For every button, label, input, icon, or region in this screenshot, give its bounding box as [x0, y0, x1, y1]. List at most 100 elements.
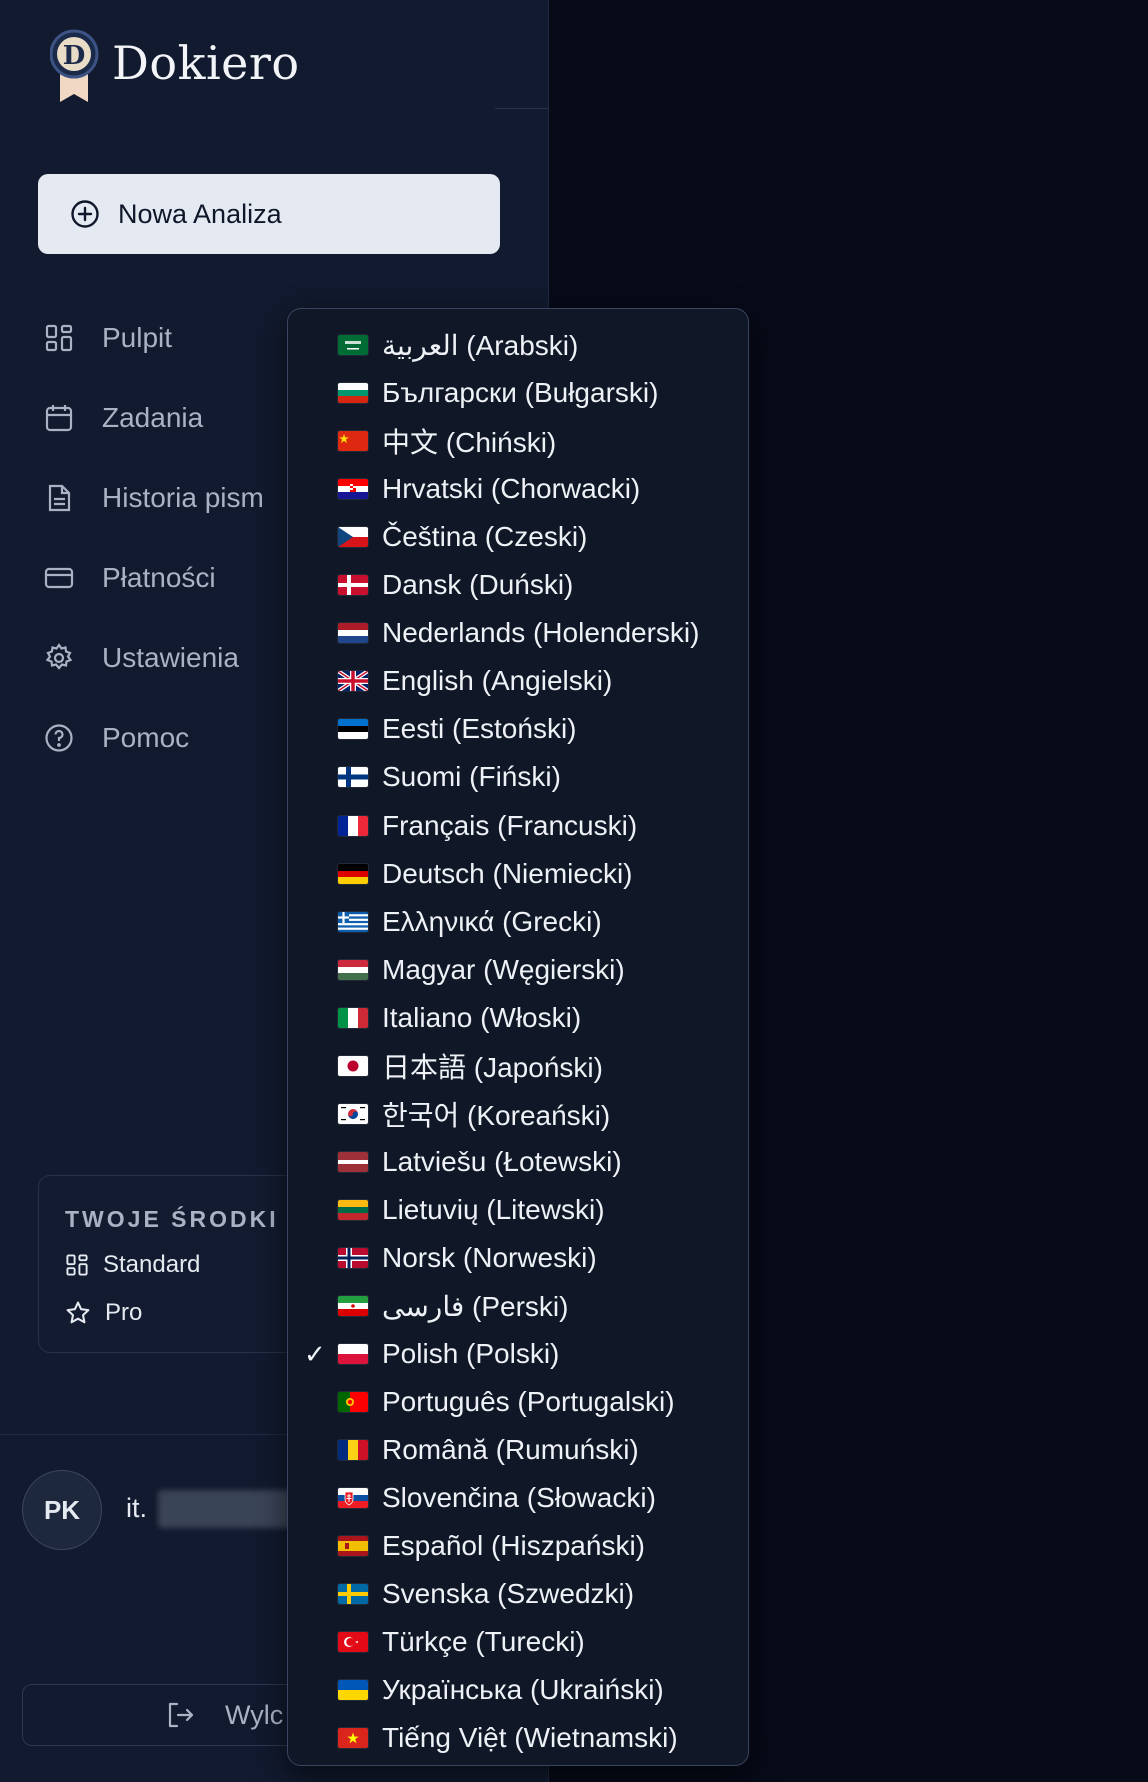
new-analysis-label: Nowa Analiza [118, 198, 282, 229]
language-option-label: Português (Portugalski) [382, 1386, 675, 1418]
flag-ua-icon [338, 1680, 368, 1701]
flag-pt-icon [338, 1392, 368, 1413]
language-option-label: Svenska (Szwedzki) [382, 1578, 635, 1610]
language-dropdown[interactable]: العربية (Arabski) Български (Bułgarski) 中文… [287, 308, 749, 1766]
language-option-cz[interactable]: Čeština (Czeski) [288, 514, 748, 560]
sidebar-item-zadania[interactable]: Zadania [44, 378, 264, 458]
flag-se-icon [338, 1584, 368, 1605]
flag-ee-icon [338, 719, 368, 740]
language-option-label: Eesti (Estoński) [382, 713, 577, 745]
new-analysis-button[interactable]: Nowa Analiza [38, 174, 500, 254]
language-option-fi[interactable]: Suomi (Fiński) [288, 754, 748, 800]
language-option-label: Italiano (Włoski) [382, 1001, 582, 1033]
language-option-gb[interactable]: English (Angielski) [288, 658, 748, 704]
language-option-label: Norsk (Norweski) [382, 1241, 597, 1273]
language-option-label: 日本語 (Japoński) [382, 1051, 603, 1083]
language-option-de[interactable]: Deutsch (Niemiecki) [288, 851, 748, 897]
flag-lt-icon [338, 1199, 368, 1220]
funds-item-pro: Pro [65, 1299, 142, 1327]
avatar[interactable]: PK [22, 1470, 102, 1550]
language-option-pl[interactable]: ✓ Polish (Polski) [288, 1331, 748, 1377]
language-option-label: العربية (Arabski) [382, 329, 579, 361]
sidebar-item-platnosci[interactable]: Płatności [44, 538, 264, 618]
language-option-label: فارسی (Perski) [382, 1290, 569, 1322]
funds-item-label: Standard [103, 1251, 201, 1278]
check-icon: ✓ [304, 1338, 326, 1369]
redacted-email-blur [158, 1490, 308, 1528]
sidebar-item-pulpit[interactable]: Pulpit [44, 298, 264, 378]
flag-sk-icon [338, 1488, 368, 1509]
language-option-label: Dansk (Duński) [382, 569, 574, 601]
language-option-se[interactable]: Svenska (Szwedzki) [288, 1571, 748, 1617]
flag-lv-icon [338, 1151, 368, 1172]
language-option-ro[interactable]: Română (Rumuński) [288, 1427, 748, 1473]
flag-bg-icon [338, 383, 368, 404]
user-email: it. [126, 1493, 148, 1523]
flag-cn-icon [338, 431, 368, 452]
language-option-sk[interactable]: Slovenčina (Słowacki) [288, 1475, 748, 1521]
language-option-ua[interactable]: Українська (Ukraiński) [288, 1667, 748, 1713]
document-icon [48, 484, 71, 512]
language-option-it[interactable]: Italiano (Włoski) [288, 995, 748, 1041]
sidebar-item-label: Zadania [102, 402, 204, 433]
app-name: Dokiero [112, 36, 300, 90]
flag-dk-icon [338, 575, 368, 596]
funds-item-label: Pro [105, 1299, 143, 1326]
language-option-label: Română (Rumuński) [382, 1434, 639, 1466]
language-option-label: Français (Francuski) [382, 809, 638, 841]
gear-icon [45, 643, 73, 670]
flag-fr-icon [338, 815, 368, 836]
language-option-es[interactable]: Español (Hiszpański) [288, 1523, 748, 1569]
sidebar-item-label: Płatności [102, 562, 216, 593]
language-option-dk[interactable]: Dansk (Duński) [288, 562, 748, 608]
logout-icon [168, 1702, 194, 1728]
help-circle-icon [45, 724, 73, 752]
sidebar-item-ustawienia[interactable]: Ustawienia [44, 618, 264, 698]
language-option-tr[interactable]: Türkçe (Turecki) [288, 1619, 748, 1665]
logo-letter: D [63, 41, 86, 71]
credit-card-icon [44, 567, 74, 589]
language-option-label: Tiếng Việt (Wietnamski) [382, 1722, 678, 1754]
language-option-nl[interactable]: Nederlands (Holenderski) [288, 610, 748, 656]
flag-gr-icon [338, 911, 368, 932]
flag-kr-icon [338, 1103, 368, 1124]
language-option-cn[interactable]: 中文 (Chiński) [288, 418, 748, 464]
flag-es-icon [338, 1536, 368, 1557]
language-option-sa[interactable]: العربية (Arabski) [288, 322, 748, 368]
language-option-ee[interactable]: Eesti (Estoński) [288, 706, 748, 752]
language-option-lt[interactable]: Lietuvių (Litewski) [288, 1187, 748, 1233]
flag-no-icon [338, 1247, 368, 1268]
flag-hu-icon [338, 959, 368, 980]
language-option-pt[interactable]: Português (Portugalski) [288, 1379, 748, 1425]
language-option-kr[interactable]: 한국어 (Koreański) [288, 1091, 748, 1137]
language-option-fr[interactable]: Français (Francuski) [288, 803, 748, 849]
language-option-label: Polish (Polski) [382, 1338, 560, 1370]
language-option-label: 한국어 (Koreański) [382, 1099, 611, 1131]
app-logo[interactable]: D Dokiero [49, 28, 300, 104]
flag-sa-icon [338, 335, 368, 355]
sidebar-item-historia-pism[interactable]: Historia pism [44, 458, 264, 538]
plus-circle-icon [71, 200, 99, 228]
funds-title: TWOJE ŚRODKI [65, 1206, 279, 1232]
language-option-label: Lietuvių (Litewski) [382, 1193, 605, 1225]
language-option-gr[interactable]: Ελληνικά (Grecki) [288, 899, 748, 945]
grid-icon [45, 324, 73, 352]
language-option-no[interactable]: Norsk (Norweski) [288, 1235, 748, 1281]
language-option-hu[interactable]: Magyar (Węgierski) [288, 947, 748, 993]
flag-hr-icon [338, 479, 368, 500]
flag-ro-icon [338, 1440, 368, 1461]
flag-gb-icon [338, 671, 368, 692]
language-option-label: Українська (Ukraiński) [382, 1674, 664, 1706]
sidebar-item-pomoc[interactable]: Pomoc [44, 698, 264, 778]
flag-ir-icon [338, 1296, 368, 1316]
language-option-label: Български (Bułgarski) [382, 377, 659, 409]
language-option-lv[interactable]: Latviešu (Łotewski) [288, 1139, 748, 1185]
language-option-hr[interactable]: Hrvatski (Chorwacki) [288, 466, 748, 512]
logo-medal-icon: D [49, 28, 102, 104]
language-option-vn[interactable]: Tiếng Việt (Wietnamski) [288, 1715, 748, 1761]
language-option-ir[interactable]: فارسی (Perski) [288, 1283, 748, 1329]
flag-tr-icon [338, 1632, 368, 1653]
language-option-jp[interactable]: 日本語 (Japoński) [288, 1043, 748, 1089]
language-option-bg[interactable]: Български (Bułgarski) [288, 370, 748, 416]
language-option-label: Nederlands (Holenderski) [382, 617, 700, 649]
